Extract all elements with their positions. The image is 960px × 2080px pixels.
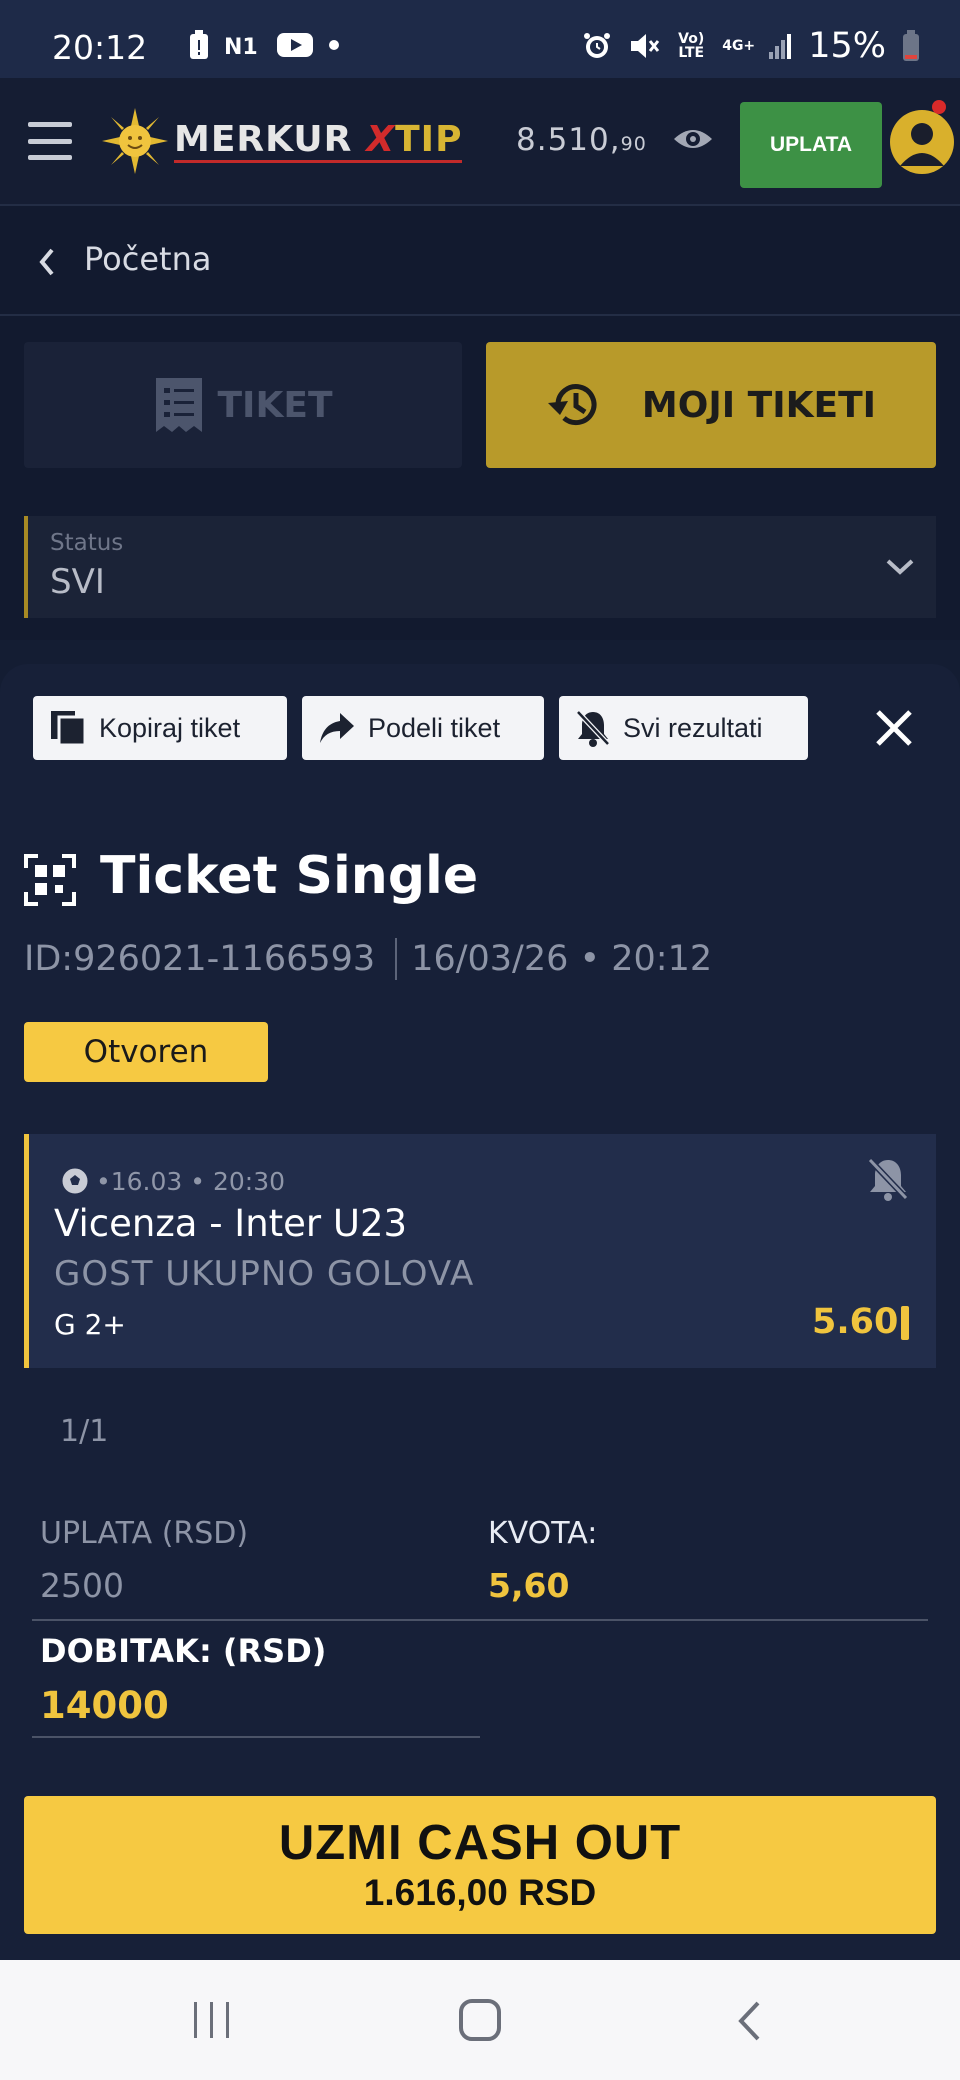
logo-x-text: X (366, 118, 396, 160)
ticket-id: ID:926021-1166593 (24, 939, 376, 979)
notification-dot-icon (329, 40, 339, 50)
cash-out-title: UZMI CASH OUT (278, 1816, 682, 1870)
pager: 1/1 (60, 1414, 109, 1449)
status-filter-value: SVI (50, 562, 105, 602)
copy-icon (51, 711, 87, 747)
close-icon[interactable] (870, 704, 918, 752)
balance-decimals: 90 (620, 133, 647, 155)
match-market: GOST UKUPNO GOLOVA (54, 1254, 475, 1294)
odds-label: KVOTA: (488, 1516, 598, 1551)
cash-out-button[interactable]: UZMI CASH OUT 1.616,00 RSD (24, 1796, 936, 1934)
status-time: 20:12 (52, 28, 148, 67)
match-date-text: •16.03 • 20:30 (96, 1166, 286, 1196)
logo-merkur-text: MERKUR (174, 118, 353, 160)
divider (32, 1736, 480, 1738)
all-results-button[interactable]: Svi rezultati (559, 696, 808, 760)
copy-ticket-label: Kopiraj tiket (99, 712, 241, 743)
ticket-title: Ticket Single (100, 846, 479, 906)
bell-off-icon (576, 710, 610, 747)
odd-indicator-bar (901, 1306, 909, 1340)
win-label: DOBITAK: (RSD) (40, 1632, 327, 1670)
tab-moji-tiketi[interactable]: MOJI TIKETI (486, 342, 936, 468)
notification-badge (932, 100, 946, 114)
tab-moji-tiketi-label: MOJI TIKETI (641, 384, 877, 426)
cash-out-amount: 1.616,00 RSD (363, 1872, 597, 1913)
bell-off-icon[interactable] (866, 1156, 910, 1202)
n1-app-icon: N1 (224, 35, 258, 58)
youtube-icon (277, 33, 313, 57)
tab-tiket-label: TIKET (217, 384, 333, 426)
user-avatar-icon[interactable] (890, 110, 954, 174)
chevron-left-icon[interactable] (34, 244, 58, 280)
win-value: 14000 (40, 1684, 169, 1727)
signal-icon (769, 34, 792, 59)
share-ticket-label: Podeli tiket (368, 712, 501, 743)
back-icon[interactable] (736, 2000, 762, 2042)
qr-code-icon (24, 854, 76, 906)
balance-main: 8.510, (516, 122, 621, 158)
merkur-xtip-logo[interactable]: MERKUR XTIP (102, 108, 463, 174)
svg-text:N1: N1 (224, 35, 258, 58)
balance-amount: 8.510,90 (516, 122, 647, 158)
tab-tiket[interactable]: TIKET (24, 342, 462, 468)
status-left-icons: N1 (188, 30, 340, 60)
breadcrumb-home-link[interactable]: Početna (84, 240, 211, 278)
all-results-label: Svi rezultati (623, 712, 763, 743)
menu-icon[interactable] (28, 122, 72, 160)
match-pick: G 2+ (54, 1308, 126, 1341)
receipt-icon (155, 378, 202, 432)
odds-value: 5,60 (488, 1566, 570, 1605)
ticket-meta: ID:926021-1166593 16/03/26 • 20:12 (24, 938, 712, 980)
share-ticket-button[interactable]: Podeli tiket (302, 696, 544, 760)
match-date: •16.03 • 20:30 (60, 1166, 285, 1196)
share-icon (320, 713, 354, 743)
battery-percent: 15% (808, 26, 886, 66)
deposit-button[interactable]: UPLATA (740, 102, 882, 188)
status-filter-label: Status (50, 530, 124, 556)
copy-ticket-button[interactable]: Kopiraj tiket (33, 696, 287, 760)
soccer-ball-icon (61, 1167, 89, 1195)
divider (32, 1619, 928, 1621)
stake-label: UPLATA (RSD) (40, 1516, 249, 1551)
network-type-icon: 4G+ (722, 38, 756, 54)
stake-value: 2500 (40, 1566, 124, 1605)
sun-logo-icon (102, 108, 168, 174)
history-icon (547, 384, 597, 426)
recent-apps-icon[interactable] (190, 2000, 234, 2040)
home-icon[interactable] (458, 1998, 502, 2042)
chevron-down-icon[interactable] (884, 556, 916, 578)
ticket-datetime: 16/03/26 • 20:12 (411, 939, 713, 979)
meta-divider (395, 938, 398, 980)
volte-icon: Vo) LTE (678, 31, 705, 61)
logo-tip-text: TIP (395, 118, 463, 160)
battery-saver-icon (190, 30, 208, 59)
battery-icon (903, 30, 919, 61)
status-filter-select[interactable] (24, 516, 936, 618)
match-teams: Vicenza - Inter U23 (54, 1202, 408, 1245)
match-odd: 5.60 (812, 1302, 899, 1342)
mute-icon (631, 34, 660, 58)
status-badge: Otvoren (24, 1022, 268, 1082)
eye-icon[interactable] (672, 124, 714, 154)
alarm-icon (584, 33, 611, 58)
status-right-icons: Vo) LTE 4G+ 15% (582, 26, 920, 66)
